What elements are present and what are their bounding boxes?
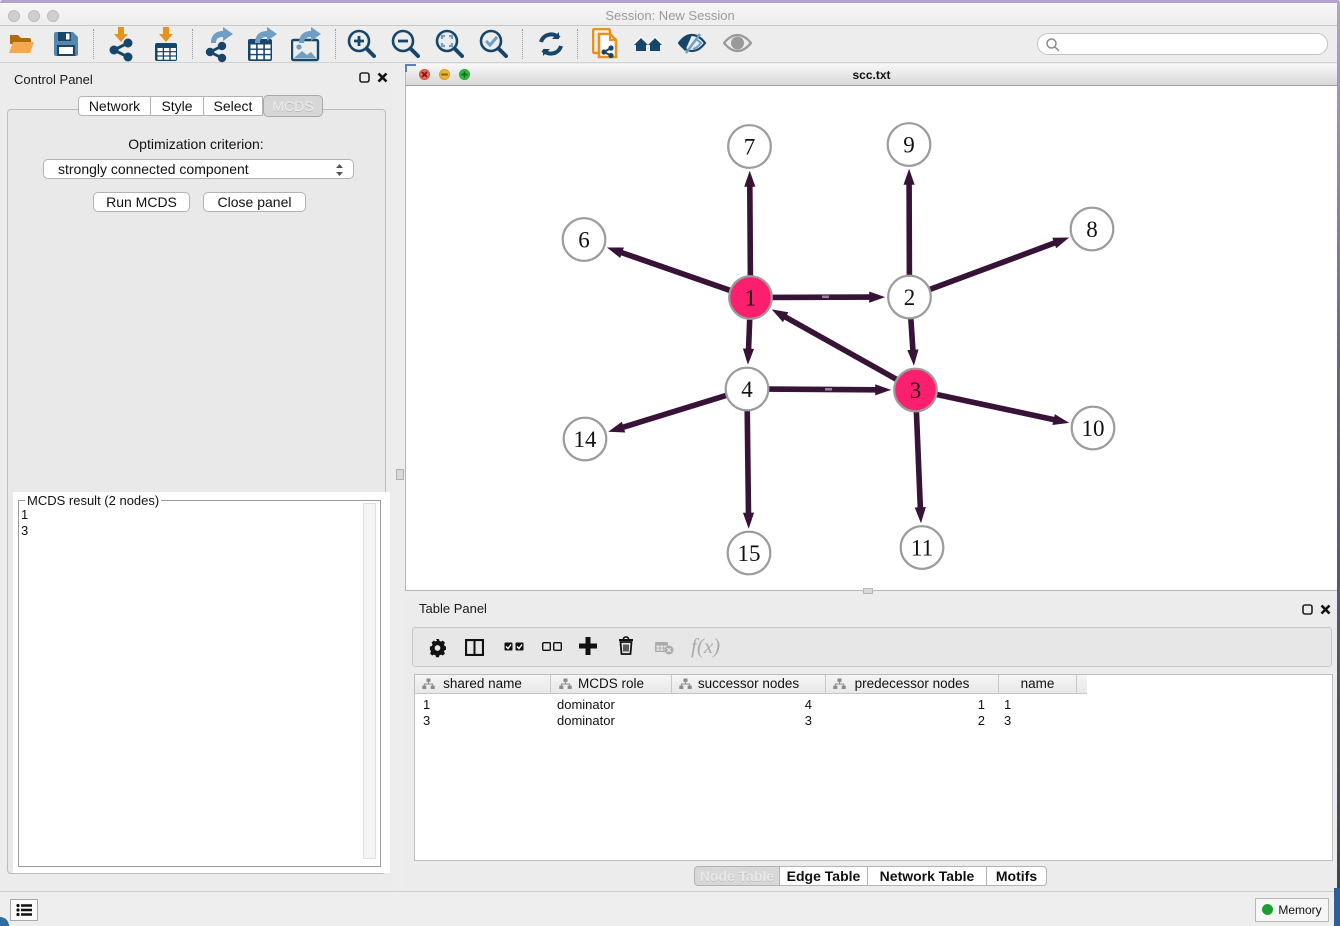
svg-text:1: 1 bbox=[745, 286, 757, 311]
svg-text:11: 11 bbox=[911, 536, 933, 561]
svg-text:4: 4 bbox=[741, 377, 753, 402]
svg-text:2: 2 bbox=[904, 285, 916, 310]
svg-text:15: 15 bbox=[738, 541, 761, 566]
svg-text:6: 6 bbox=[578, 228, 590, 253]
svg-text:8: 8 bbox=[1086, 217, 1098, 242]
svg-text:10: 10 bbox=[1082, 416, 1105, 441]
svg-text:9: 9 bbox=[903, 133, 915, 158]
svg-text:7: 7 bbox=[744, 135, 756, 160]
svg-text:14: 14 bbox=[574, 427, 598, 452]
svg-text:3: 3 bbox=[910, 378, 922, 403]
